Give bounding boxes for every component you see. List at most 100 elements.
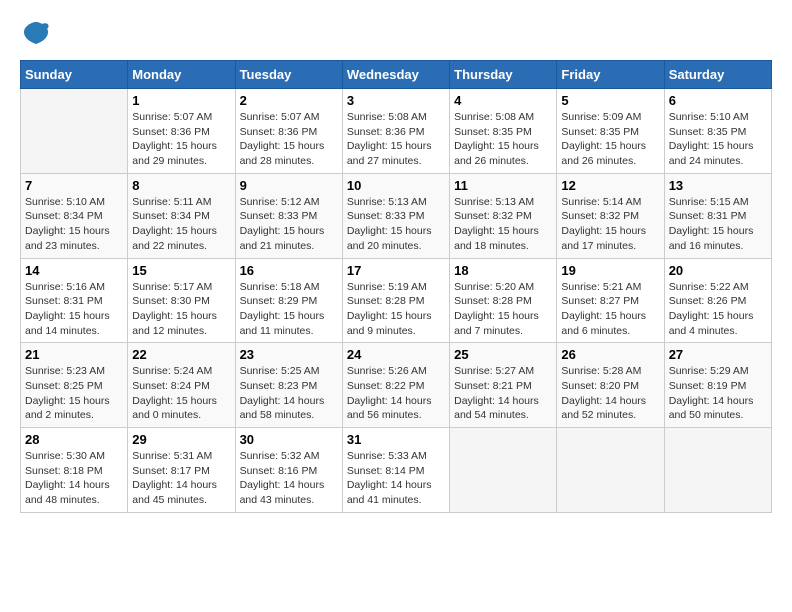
calendar-cell bbox=[557, 428, 664, 513]
day-number: 27 bbox=[669, 347, 767, 362]
calendar-cell bbox=[450, 428, 557, 513]
calendar-table: SundayMondayTuesdayWednesdayThursdayFrid… bbox=[20, 60, 772, 513]
calendar-cell: 20 Sunrise: 5:22 AM Sunset: 8:26 PM Dayli… bbox=[664, 258, 771, 343]
calendar-cell: 1 Sunrise: 5:07 AM Sunset: 8:36 PM Daylig… bbox=[128, 89, 235, 174]
calendar-cell: 10Sunrise: 5:13 AM Sunset: 8:33 PM Dayli… bbox=[342, 173, 449, 258]
day-of-week-header: Friday bbox=[557, 61, 664, 89]
day-number: 5 bbox=[561, 93, 659, 108]
day-info: Sunrise: 5:07 AM Sunset: 8:36 PM Dayligh… bbox=[240, 110, 338, 169]
day-of-week-header: Saturday bbox=[664, 61, 771, 89]
calendar-cell: 29 Sunrise: 5:31 AM Sunset: 8:17 PM Dayli… bbox=[128, 428, 235, 513]
calendar-cell: 21 Sunrise: 5:23 AM Sunset: 8:25 PM Dayli… bbox=[21, 343, 128, 428]
day-info: Sunrise: 5:24 AM Sunset: 8:24 PM Dayligh… bbox=[132, 364, 230, 423]
day-info: Sunrise: 5:25 AM Sunset: 8:23 PM Dayligh… bbox=[240, 364, 338, 423]
day-number: 6 bbox=[669, 93, 767, 108]
day-info: Sunrise: 5:10 AM Sunset: 8:35 PM Dayligh… bbox=[669, 110, 767, 169]
day-number: 30 bbox=[240, 432, 338, 447]
day-number: 26 bbox=[561, 347, 659, 362]
day-info: Sunrise: 5:10 AM Sunset: 8:34 PM Dayligh… bbox=[25, 195, 123, 254]
day-info: Sunrise: 5:26 AM Sunset: 8:22 PM Dayligh… bbox=[347, 364, 445, 423]
calendar-cell: 22 Sunrise: 5:24 AM Sunset: 8:24 PM Dayli… bbox=[128, 343, 235, 428]
day-info: Sunrise: 5:33 AM Sunset: 8:14 PM Dayligh… bbox=[347, 449, 445, 508]
day-info: Sunrise: 5:12 AM Sunset: 8:33 PM Dayligh… bbox=[240, 195, 338, 254]
day-info: Sunrise: 5:17 AM Sunset: 8:30 PM Dayligh… bbox=[132, 280, 230, 339]
day-info: Sunrise: 5:08 AM Sunset: 8:35 PM Dayligh… bbox=[454, 110, 552, 169]
day-of-week-header: Tuesday bbox=[235, 61, 342, 89]
calendar-cell bbox=[664, 428, 771, 513]
calendar-body: 1 Sunrise: 5:07 AM Sunset: 8:36 PM Daylig… bbox=[21, 89, 772, 513]
day-number: 3 bbox=[347, 93, 445, 108]
day-info: Sunrise: 5:27 AM Sunset: 8:21 PM Dayligh… bbox=[454, 364, 552, 423]
day-info: Sunrise: 5:31 AM Sunset: 8:17 PM Dayligh… bbox=[132, 449, 230, 508]
day-number: 25 bbox=[454, 347, 552, 362]
day-number: 22 bbox=[132, 347, 230, 362]
day-number: 20 bbox=[669, 263, 767, 278]
calendar-cell: 30 Sunrise: 5:32 AM Sunset: 8:16 PM Dayli… bbox=[235, 428, 342, 513]
calendar-week-row: 21 Sunrise: 5:23 AM Sunset: 8:25 PM Dayli… bbox=[21, 343, 772, 428]
calendar-cell: 18Sunrise: 5:20 AM Sunset: 8:28 PM Dayli… bbox=[450, 258, 557, 343]
calendar-cell: 9Sunrise: 5:12 AM Sunset: 8:33 PM Daylig… bbox=[235, 173, 342, 258]
day-of-week-header: Sunday bbox=[21, 61, 128, 89]
day-info: Sunrise: 5:32 AM Sunset: 8:16 PM Dayligh… bbox=[240, 449, 338, 508]
calendar-cell: 15 Sunrise: 5:17 AM Sunset: 8:30 PM Dayli… bbox=[128, 258, 235, 343]
day-info: Sunrise: 5:22 AM Sunset: 8:26 PM Dayligh… bbox=[669, 280, 767, 339]
day-number: 14 bbox=[25, 263, 123, 278]
calendar-cell: 2 Sunrise: 5:07 AM Sunset: 8:36 PM Daylig… bbox=[235, 89, 342, 174]
day-number: 19 bbox=[561, 263, 659, 278]
calendar-week-row: 1 Sunrise: 5:07 AM Sunset: 8:36 PM Daylig… bbox=[21, 89, 772, 174]
calendar-week-row: 14 Sunrise: 5:16 AM Sunset: 8:31 PM Dayli… bbox=[21, 258, 772, 343]
day-info: Sunrise: 5:14 AM Sunset: 8:32 PM Dayligh… bbox=[561, 195, 659, 254]
calendar-week-row: 7Sunrise: 5:10 AM Sunset: 8:34 PM Daylig… bbox=[21, 173, 772, 258]
day-info: Sunrise: 5:16 AM Sunset: 8:31 PM Dayligh… bbox=[25, 280, 123, 339]
day-number: 16 bbox=[240, 263, 338, 278]
calendar-cell: 27 Sunrise: 5:29 AM Sunset: 8:19 PM Dayli… bbox=[664, 343, 771, 428]
calendar-cell: 16 Sunrise: 5:18 AM Sunset: 8:29 PM Dayli… bbox=[235, 258, 342, 343]
logo bbox=[20, 20, 50, 50]
day-number: 29 bbox=[132, 432, 230, 447]
day-number: 1 bbox=[132, 93, 230, 108]
day-info: Sunrise: 5:29 AM Sunset: 8:19 PM Dayligh… bbox=[669, 364, 767, 423]
calendar-cell: 13Sunrise: 5:15 AM Sunset: 8:31 PM Dayli… bbox=[664, 173, 771, 258]
calendar-cell: 8 Sunrise: 5:11 AM Sunset: 8:34 PM Daylig… bbox=[128, 173, 235, 258]
day-info: Sunrise: 5:28 AM Sunset: 8:20 PM Dayligh… bbox=[561, 364, 659, 423]
day-number: 17 bbox=[347, 263, 445, 278]
day-of-week-header: Monday bbox=[128, 61, 235, 89]
header bbox=[20, 20, 772, 50]
day-number: 2 bbox=[240, 93, 338, 108]
calendar-cell: 11 Sunrise: 5:13 AM Sunset: 8:32 PM Dayli… bbox=[450, 173, 557, 258]
day-info: Sunrise: 5:23 AM Sunset: 8:25 PM Dayligh… bbox=[25, 364, 123, 423]
day-number: 11 bbox=[454, 178, 552, 193]
calendar-cell bbox=[21, 89, 128, 174]
day-info: Sunrise: 5:09 AM Sunset: 8:35 PM Dayligh… bbox=[561, 110, 659, 169]
calendar-cell: 28Sunrise: 5:30 AM Sunset: 8:18 PM Dayli… bbox=[21, 428, 128, 513]
calendar-cell: 24Sunrise: 5:26 AM Sunset: 8:22 PM Dayli… bbox=[342, 343, 449, 428]
day-info: Sunrise: 5:13 AM Sunset: 8:32 PM Dayligh… bbox=[454, 195, 552, 254]
day-number: 10 bbox=[347, 178, 445, 193]
calendar-cell: 31 Sunrise: 5:33 AM Sunset: 8:14 PM Dayli… bbox=[342, 428, 449, 513]
calendar-week-row: 28Sunrise: 5:30 AM Sunset: 8:18 PM Dayli… bbox=[21, 428, 772, 513]
day-info: Sunrise: 5:08 AM Sunset: 8:36 PM Dayligh… bbox=[347, 110, 445, 169]
calendar-cell: 5 Sunrise: 5:09 AM Sunset: 8:35 PM Daylig… bbox=[557, 89, 664, 174]
day-info: Sunrise: 5:15 AM Sunset: 8:31 PM Dayligh… bbox=[669, 195, 767, 254]
logo-bird-icon bbox=[22, 20, 50, 50]
day-number: 15 bbox=[132, 263, 230, 278]
day-info: Sunrise: 5:18 AM Sunset: 8:29 PM Dayligh… bbox=[240, 280, 338, 339]
day-number: 18 bbox=[454, 263, 552, 278]
day-number: 21 bbox=[25, 347, 123, 362]
day-info: Sunrise: 5:07 AM Sunset: 8:36 PM Dayligh… bbox=[132, 110, 230, 169]
day-number: 12 bbox=[561, 178, 659, 193]
day-of-week-header: Wednesday bbox=[342, 61, 449, 89]
calendar-cell: 4Sunrise: 5:08 AM Sunset: 8:35 PM Daylig… bbox=[450, 89, 557, 174]
day-info: Sunrise: 5:30 AM Sunset: 8:18 PM Dayligh… bbox=[25, 449, 123, 508]
day-info: Sunrise: 5:11 AM Sunset: 8:34 PM Dayligh… bbox=[132, 195, 230, 254]
calendar-cell: 14 Sunrise: 5:16 AM Sunset: 8:31 PM Dayli… bbox=[21, 258, 128, 343]
day-number: 8 bbox=[132, 178, 230, 193]
day-number: 31 bbox=[347, 432, 445, 447]
calendar-cell: 7Sunrise: 5:10 AM Sunset: 8:34 PM Daylig… bbox=[21, 173, 128, 258]
calendar-cell: 19Sunrise: 5:21 AM Sunset: 8:27 PM Dayli… bbox=[557, 258, 664, 343]
calendar-cell: 3 Sunrise: 5:08 AM Sunset: 8:36 PM Daylig… bbox=[342, 89, 449, 174]
calendar-cell: 25 Sunrise: 5:27 AM Sunset: 8:21 PM Dayli… bbox=[450, 343, 557, 428]
calendar-cell: 6 Sunrise: 5:10 AM Sunset: 8:35 PM Daylig… bbox=[664, 89, 771, 174]
calendar-cell: 17 Sunrise: 5:19 AM Sunset: 8:28 PM Dayli… bbox=[342, 258, 449, 343]
day-info: Sunrise: 5:19 AM Sunset: 8:28 PM Dayligh… bbox=[347, 280, 445, 339]
